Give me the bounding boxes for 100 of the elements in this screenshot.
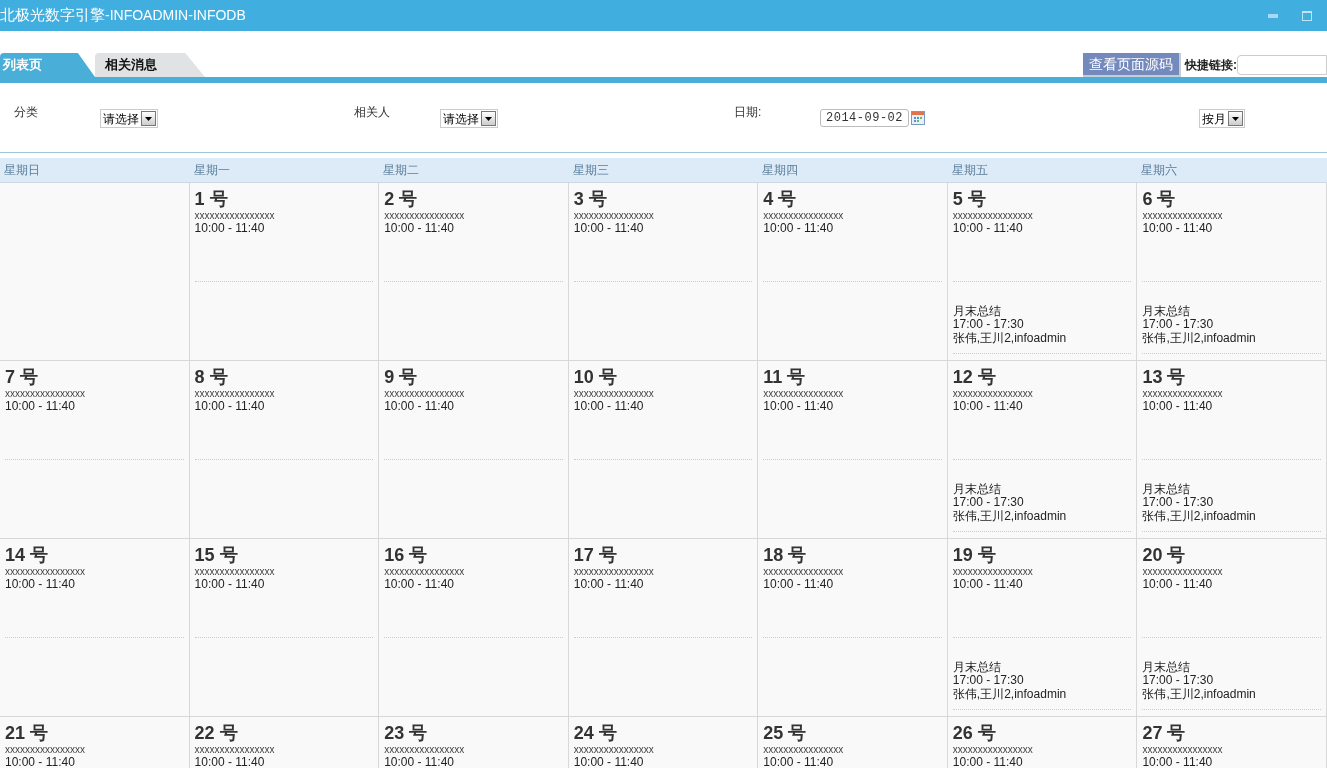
day-cell[interactable]: 20 号 xxxxxxxxxxxxxxxx 10:00 - 11:40 月末总结 17:00 - 17:30 张伟,王川2,infoadmin xyxy=(1137,539,1327,717)
date-field[interactable]: 2014-09-02 xyxy=(820,109,909,127)
event-time: 10:00 - 11:40 xyxy=(1142,578,1214,591)
day-number: 17 号 xyxy=(573,544,618,566)
event-time: 10:00 - 11:40 xyxy=(573,578,645,591)
tab[interactable]: 相关消息 xyxy=(95,53,205,77)
event-title[interactable]: xxxxxxxxxxxxxxxx xyxy=(952,388,1132,400)
day-cell[interactable]: 9 号 xxxxxxxxxxxxxxxx 10:00 - 11:40 xyxy=(379,361,569,539)
event-title[interactable]: 月末总结 xyxy=(1142,660,1321,674)
event-time: 17:00 - 17:30 xyxy=(1142,318,1215,331)
event-title[interactable]: xxxxxxxxxxxxxxxx xyxy=(1142,744,1321,756)
event-title[interactable]: xxxxxxxxxxxxxxxx xyxy=(952,210,1132,222)
event-title[interactable]: xxxxxxxxxxxxxxxx xyxy=(194,744,374,756)
event-title[interactable]: 月末总结 xyxy=(1142,482,1321,496)
event-people: 张伟,王川2,infoadmin xyxy=(952,331,1068,345)
day-cell[interactable]: 1 号 xxxxxxxxxxxxxxxx 10:00 - 11:40 xyxy=(189,183,380,361)
day-cell[interactable]: 7 号 xxxxxxxxxxxxxxxx 10:00 - 11:40 xyxy=(0,361,190,539)
event-time: 10:00 - 11:40 xyxy=(952,578,1024,591)
day-cell[interactable]: 11 号 xxxxxxxxxxxxxxxx 10:00 - 11:40 xyxy=(758,361,948,539)
day-number: 20 号 xyxy=(1142,544,1187,566)
event-title[interactable]: xxxxxxxxxxxxxxxx xyxy=(5,388,184,400)
day-cell[interactable]: 5 号 xxxxxxxxxxxxxxxx 10:00 - 11:40 月末总结 17:00 - 17:30 张伟,王川2,infoadmin xyxy=(947,183,1138,361)
event-title[interactable]: xxxxxxxxxxxxxxxx xyxy=(952,744,1132,756)
event-title[interactable]: xxxxxxxxxxxxxxxx xyxy=(5,744,184,756)
window-subtitle: -INFOADMIN-INFODB xyxy=(105,6,246,26)
day-cell[interactable]: 21 号 xxxxxxxxxxxxxxxx 10:00 - 11:40 xyxy=(0,717,190,768)
event-title[interactable]: xxxxxxxxxxxxxxxx xyxy=(573,210,753,222)
event-time: 10:00 - 11:40 xyxy=(573,400,645,413)
event-title[interactable]: xxxxxxxxxxxxxxxx xyxy=(194,388,374,400)
event-title[interactable]: xxxxxxxxxxxxxxxx xyxy=(763,388,942,400)
event-title[interactable]: xxxxxxxxxxxxxxxx xyxy=(384,388,563,400)
event-time: 10:00 - 11:40 xyxy=(384,222,455,235)
event-title[interactable]: xxxxxxxxxxxxxxxx xyxy=(1142,388,1321,400)
event-time: 10:00 - 11:40 xyxy=(573,222,645,235)
event-time: 17:00 - 17:30 xyxy=(1142,496,1215,509)
event-title[interactable]: xxxxxxxxxxxxxxxx xyxy=(763,210,942,222)
day-cell[interactable]: 26 号 xxxxxxxxxxxxxxxx 10:00 - 11:40 xyxy=(947,717,1138,768)
day-cell[interactable]: 6 号 xxxxxxxxxxxxxxxx 10:00 - 11:40 月末总结 17:00 - 17:30 张伟,王川2,infoadmin xyxy=(1137,183,1327,361)
event-title[interactable]: xxxxxxxxxxxxxxxx xyxy=(384,566,563,578)
event-title[interactable]: xxxxxxxxxxxxxxxx xyxy=(573,388,753,400)
select-field[interactable]: 请选择 xyxy=(100,109,158,128)
day-number: 3 号 xyxy=(573,188,608,210)
day-number: 5 号 xyxy=(952,188,987,210)
day-cell[interactable]: 8 号 xxxxxxxxxxxxxxxx 10:00 - 11:40 xyxy=(189,361,380,539)
event-title[interactable]: xxxxxxxxxxxxxxxx xyxy=(384,744,563,756)
calendar-icon[interactable] xyxy=(911,111,925,125)
event-title[interactable]: xxxxxxxxxxxxxxxx xyxy=(573,566,753,578)
event-time: 10:00 - 11:40 xyxy=(763,578,835,591)
day-cell[interactable]: 27 号 xxxxxxxxxxxxxxxx 10:00 - 11:40 xyxy=(1137,717,1327,768)
day-cell[interactable]: 23 号 xxxxxxxxxxxxxxxx 10:00 - 11:40 xyxy=(379,717,569,768)
event-title[interactable]: xxxxxxxxxxxxxxxx xyxy=(1142,210,1321,222)
day-cell[interactable]: 16 号 xxxxxxxxxxxxxxxx 10:00 - 11:40 xyxy=(379,539,569,717)
event-people: 张伟,王川2,infoadmin xyxy=(952,509,1068,523)
day-cell[interactable]: 17 号 xxxxxxxxxxxxxxxx 10:00 - 11:40 xyxy=(568,539,759,717)
event-time: 10:00 - 11:40 xyxy=(763,756,835,768)
weekday-header: 星期一 xyxy=(192,162,231,179)
day-cell[interactable]: 22 号 xxxxxxxxxxxxxxxx 10:00 - 11:40 xyxy=(189,717,380,768)
event-title[interactable]: xxxxxxxxxxxxxxxx xyxy=(194,210,374,222)
day-cell[interactable]: 2 号 xxxxxxxxxxxxxxxx 10:00 - 11:40 xyxy=(379,183,569,361)
event-title[interactable]: xxxxxxxxxxxxxxxx xyxy=(384,210,563,222)
select-field[interactable]: 按月 xyxy=(1199,109,1245,128)
event-time: 10:00 - 11:40 xyxy=(763,222,835,235)
day-cell[interactable]: 19 号 xxxxxxxxxxxxxxxx 10:00 - 11:40 月末总结 17:00 - 17:30 张伟,王川2,infoadmin xyxy=(947,539,1138,717)
event-title[interactable]: xxxxxxxxxxxxxxxx xyxy=(763,566,942,578)
weekday-header: 星期二 xyxy=(382,162,421,179)
select-field[interactable]: 请选择 xyxy=(440,109,498,128)
day-cell[interactable]: 15 号 xxxxxxxxxxxxxxxx 10:00 - 11:40 xyxy=(189,539,380,717)
event-title[interactable]: xxxxxxxxxxxxxxxx xyxy=(1142,566,1321,578)
day-cell[interactable]: 3 号 xxxxxxxxxxxxxxxx 10:00 - 11:40 xyxy=(568,183,759,361)
day-number: 21 号 xyxy=(5,722,50,744)
event-title[interactable]: xxxxxxxxxxxxxxxx xyxy=(5,566,184,578)
event-title[interactable]: 月末总结 xyxy=(952,482,1132,496)
event-time: 10:00 - 11:40 xyxy=(952,400,1024,413)
day-cell[interactable]: 12 号 xxxxxxxxxxxxxxxx 10:00 - 11:40 月末总结 17:00 - 17:30 张伟,王川2,infoadmin xyxy=(947,361,1138,539)
event-title[interactable]: xxxxxxxxxxxxxxxx xyxy=(952,566,1132,578)
day-cell[interactable]: 25 号 xxxxxxxxxxxxxxxx 10:00 - 11:40 xyxy=(758,717,948,768)
maximize-icon[interactable] xyxy=(1302,10,1312,21)
event-time: 10:00 - 11:40 xyxy=(952,222,1024,235)
minimize-icon[interactable] xyxy=(1268,13,1278,18)
day-number: 7 号 xyxy=(5,366,39,388)
filter-label: 日期: xyxy=(734,104,763,121)
day-cell[interactable]: 18 号 xxxxxxxxxxxxxxxx 10:00 - 11:40 xyxy=(758,539,948,717)
event-title[interactable]: xxxxxxxxxxxxxxxx xyxy=(573,744,753,756)
event-time: 10:00 - 11:40 xyxy=(194,400,266,413)
day-cell[interactable]: 14 号 xxxxxxxxxxxxxxxx 10:00 - 11:40 xyxy=(0,539,190,717)
quick-link-field[interactable] xyxy=(1237,55,1327,75)
window-title: 北极光数字引擎 xyxy=(0,5,105,26)
day-cell[interactable]: 10 号 xxxxxxxxxxxxxxxx 10:00 - 11:40 xyxy=(568,361,759,539)
day-cell[interactable]: 24 号 xxxxxxxxxxxxxxxx 10:00 - 11:40 xyxy=(568,717,759,768)
event-time: 10:00 - 11:40 xyxy=(194,222,266,235)
day-number: 15 号 xyxy=(194,544,239,566)
event-title[interactable]: xxxxxxxxxxxxxxxx xyxy=(194,566,374,578)
event-time: 10:00 - 11:40 xyxy=(5,756,76,768)
day-number: 10 号 xyxy=(573,366,618,388)
event-title[interactable]: xxxxxxxxxxxxxxxx xyxy=(763,744,942,756)
event-title[interactable]: 月末总结 xyxy=(952,304,1132,318)
event-title[interactable]: 月末总结 xyxy=(952,660,1132,674)
day-cell[interactable]: 13 号 xxxxxxxxxxxxxxxx 10:00 - 11:40 月末总结 17:00 - 17:30 张伟,王川2,infoadmin xyxy=(1137,361,1327,539)
day-cell[interactable]: 4 号 xxxxxxxxxxxxxxxx 10:00 - 11:40 xyxy=(758,183,948,361)
event-title[interactable]: 月末总结 xyxy=(1142,304,1321,318)
